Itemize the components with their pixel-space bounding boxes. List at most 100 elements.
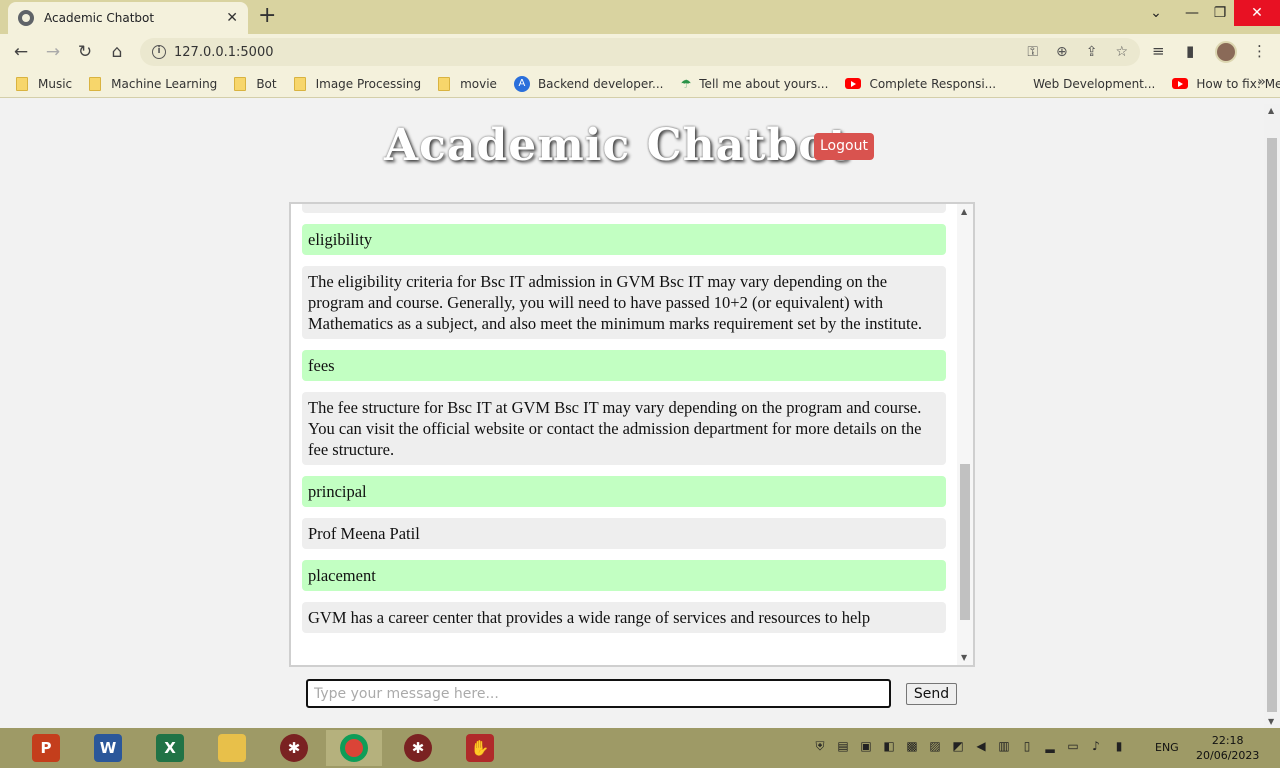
tray-app-icon[interactable]: ▨ (927, 738, 943, 754)
taskbar-powerpoint[interactable]: P (18, 730, 74, 766)
tray-app-icon[interactable]: ◩ (950, 738, 966, 754)
battery-icon[interactable]: ▯ (1019, 738, 1035, 754)
zoom-icon[interactable]: ⊕ (1056, 44, 1068, 60)
message-input[interactable] (306, 679, 891, 708)
bookmark-item[interactable]: Image Processing (293, 76, 421, 91)
address-toolbar: ← → ↻ ⌂ i 127.0.0.1:5000 ⚿ ⊕ ⇪ ☆ ≡ ▮ ⋮ (0, 34, 1280, 70)
chat-log[interactable]: institutional research office for more i… (289, 202, 975, 667)
user-message: principal (302, 476, 946, 507)
share-icon[interactable]: ⇪ (1086, 44, 1098, 60)
battery-status-icon[interactable]: ▮ (1111, 738, 1127, 754)
umbrella-icon: ☂ (680, 76, 692, 91)
bookmark-item[interactable]: Web Development... (1033, 77, 1155, 91)
bookmark-item[interactable]: A Backend developer... (513, 75, 664, 92)
bot-message: institutional research office for more i… (302, 204, 946, 213)
chat-scrollbar[interactable]: ▲ ▼ (957, 204, 973, 665)
volume-icon[interactable]: ♪ (1088, 738, 1104, 754)
scroll-down-arrow-icon[interactable]: ▼ (961, 653, 967, 662)
shield-icon[interactable]: ⛨ (812, 738, 828, 754)
reload-icon[interactable]: ↻ (74, 42, 96, 62)
taskbar-app[interactable]: ✱ (266, 730, 322, 766)
bookmark-item[interactable]: ☂ Tell me about yours... (681, 77, 829, 91)
reading-list-icon[interactable]: ≡ (1152, 42, 1165, 60)
clock-date: 20/06/2023 (1196, 749, 1260, 762)
taskbar-app[interactable]: ✱ (390, 730, 446, 766)
tray-app-icon[interactable]: ▤ (835, 738, 851, 754)
spider-app-icon: ✱ (404, 734, 432, 762)
display-icon[interactable]: ▭ (1065, 738, 1081, 754)
scroll-up-arrow-icon[interactable]: ▲ (961, 207, 967, 216)
clock[interactable]: 22:18 20/06/2023 (1196, 733, 1259, 763)
wifi-icon[interactable]: ▂ (1042, 738, 1058, 754)
user-message: fees (302, 350, 946, 381)
folder-icon (234, 76, 247, 91)
bot-message: GVM has a career center that provides a … (302, 602, 946, 633)
tab-search-icon[interactable]: ⌄ (1142, 0, 1170, 26)
chat-scroll-thumb[interactable] (960, 464, 970, 620)
user-message: eligibility (302, 224, 946, 255)
powerpoint-icon: P (32, 734, 60, 762)
pdf-app-icon: ✋ (466, 734, 494, 762)
profile-avatar[interactable] (1215, 41, 1237, 63)
forward-icon[interactable]: → (42, 42, 64, 62)
url-text: 127.0.0.1:5000 (174, 44, 274, 60)
address-bar[interactable]: i 127.0.0.1:5000 ⚿ ⊕ ⇪ ☆ (140, 38, 1140, 66)
back-icon[interactable]: ← (10, 42, 32, 62)
bookmark-item[interactable]: movie (438, 76, 497, 91)
youtube-icon (845, 78, 862, 89)
tab-title: Academic Chatbot (44, 11, 155, 25)
minimize-icon[interactable]: — (1178, 0, 1206, 26)
tray-app-icon[interactable]: ▩ (904, 738, 920, 754)
scroll-down-arrow-icon[interactable]: ▼ (1268, 717, 1274, 726)
system-tray: ⛨ ▤ ▣ ◧ ▩ ▨ ◩ ◀ ▥ ▯ ▂ ▭ ♪ ▮ (812, 738, 1134, 754)
page-scroll-thumb[interactable] (1267, 138, 1277, 712)
site-info-icon[interactable]: i (152, 45, 166, 59)
window-close-icon[interactable]: ✕ (1234, 0, 1280, 26)
folder-icon (218, 734, 246, 762)
logout-button[interactable]: Logout (814, 133, 874, 160)
user-message: placement (302, 560, 946, 591)
scroll-up-arrow-icon[interactable]: ▲ (1268, 106, 1274, 115)
bookmark-item[interactable]: Music (16, 76, 72, 91)
bot-message: The fee structure for Bsc IT at GVM Bsc … (302, 392, 946, 465)
tab-close-icon[interactable]: ✕ (226, 10, 238, 26)
home-icon[interactable]: ⌂ (106, 42, 128, 62)
bookmark-item[interactable]: Machine Learning (89, 76, 217, 91)
folder-icon (89, 76, 102, 91)
taskbar-excel[interactable]: X (142, 730, 198, 766)
bookmarks-bar: Music Machine Learning Bot Image Process… (0, 70, 1280, 98)
folder-icon (293, 76, 306, 91)
taskbar-chrome[interactable] (326, 730, 382, 766)
bookmark-item[interactable]: Bot (234, 76, 277, 91)
taskbar-file-explorer[interactable] (204, 730, 260, 766)
new-tab-icon[interactable]: + (258, 4, 276, 28)
more-bookmarks-icon[interactable]: » (1257, 74, 1266, 90)
taskbar-word[interactable]: W (80, 730, 136, 766)
chat-messages: institutional research office for more i… (302, 204, 946, 644)
side-panel-icon[interactable]: ▮ (1186, 42, 1194, 60)
bot-message: Prof Meena Patil (302, 518, 946, 549)
language-indicator[interactable]: ENG (1155, 741, 1179, 754)
bookmark-star-icon[interactable]: ☆ (1115, 44, 1128, 60)
browser-tab[interactable]: Academic Chatbot ✕ (8, 2, 248, 34)
page-scrollbar[interactable]: ▲ ▼ (1264, 104, 1280, 728)
spider-app-icon: ✱ (280, 734, 308, 762)
tray-app-icon[interactable]: ◧ (881, 738, 897, 754)
taskbar: P W X ✱ ✱ ✋ ⛨ ▤ ▣ ◧ ▩ ▨ ◩ ◀ ▥ ▯ ▂ ▭ ♪ ▮ … (0, 728, 1280, 768)
speaker-tray-icon[interactable]: ◀ (973, 738, 989, 754)
globe-icon (18, 10, 34, 26)
page-title: Academic Chatbot (384, 120, 850, 171)
chrome-icon (340, 734, 368, 762)
maximize-icon[interactable]: ❐ (1206, 0, 1234, 26)
circle-logo-icon: A (513, 75, 530, 92)
clock-time: 22:18 (1211, 734, 1244, 747)
send-button[interactable]: Send (906, 683, 957, 705)
menu-icon[interactable]: ⋮ (1252, 42, 1267, 60)
key-icon[interactable]: ⚿ (1027, 44, 1038, 60)
youtube-icon (1172, 78, 1189, 89)
tray-app-icon[interactable]: ▥ (996, 738, 1012, 754)
folder-icon (16, 76, 28, 91)
tray-app-icon[interactable]: ▣ (858, 738, 874, 754)
bookmark-item[interactable]: Complete Responsi... (845, 77, 996, 91)
taskbar-app[interactable]: ✋ (452, 730, 508, 766)
